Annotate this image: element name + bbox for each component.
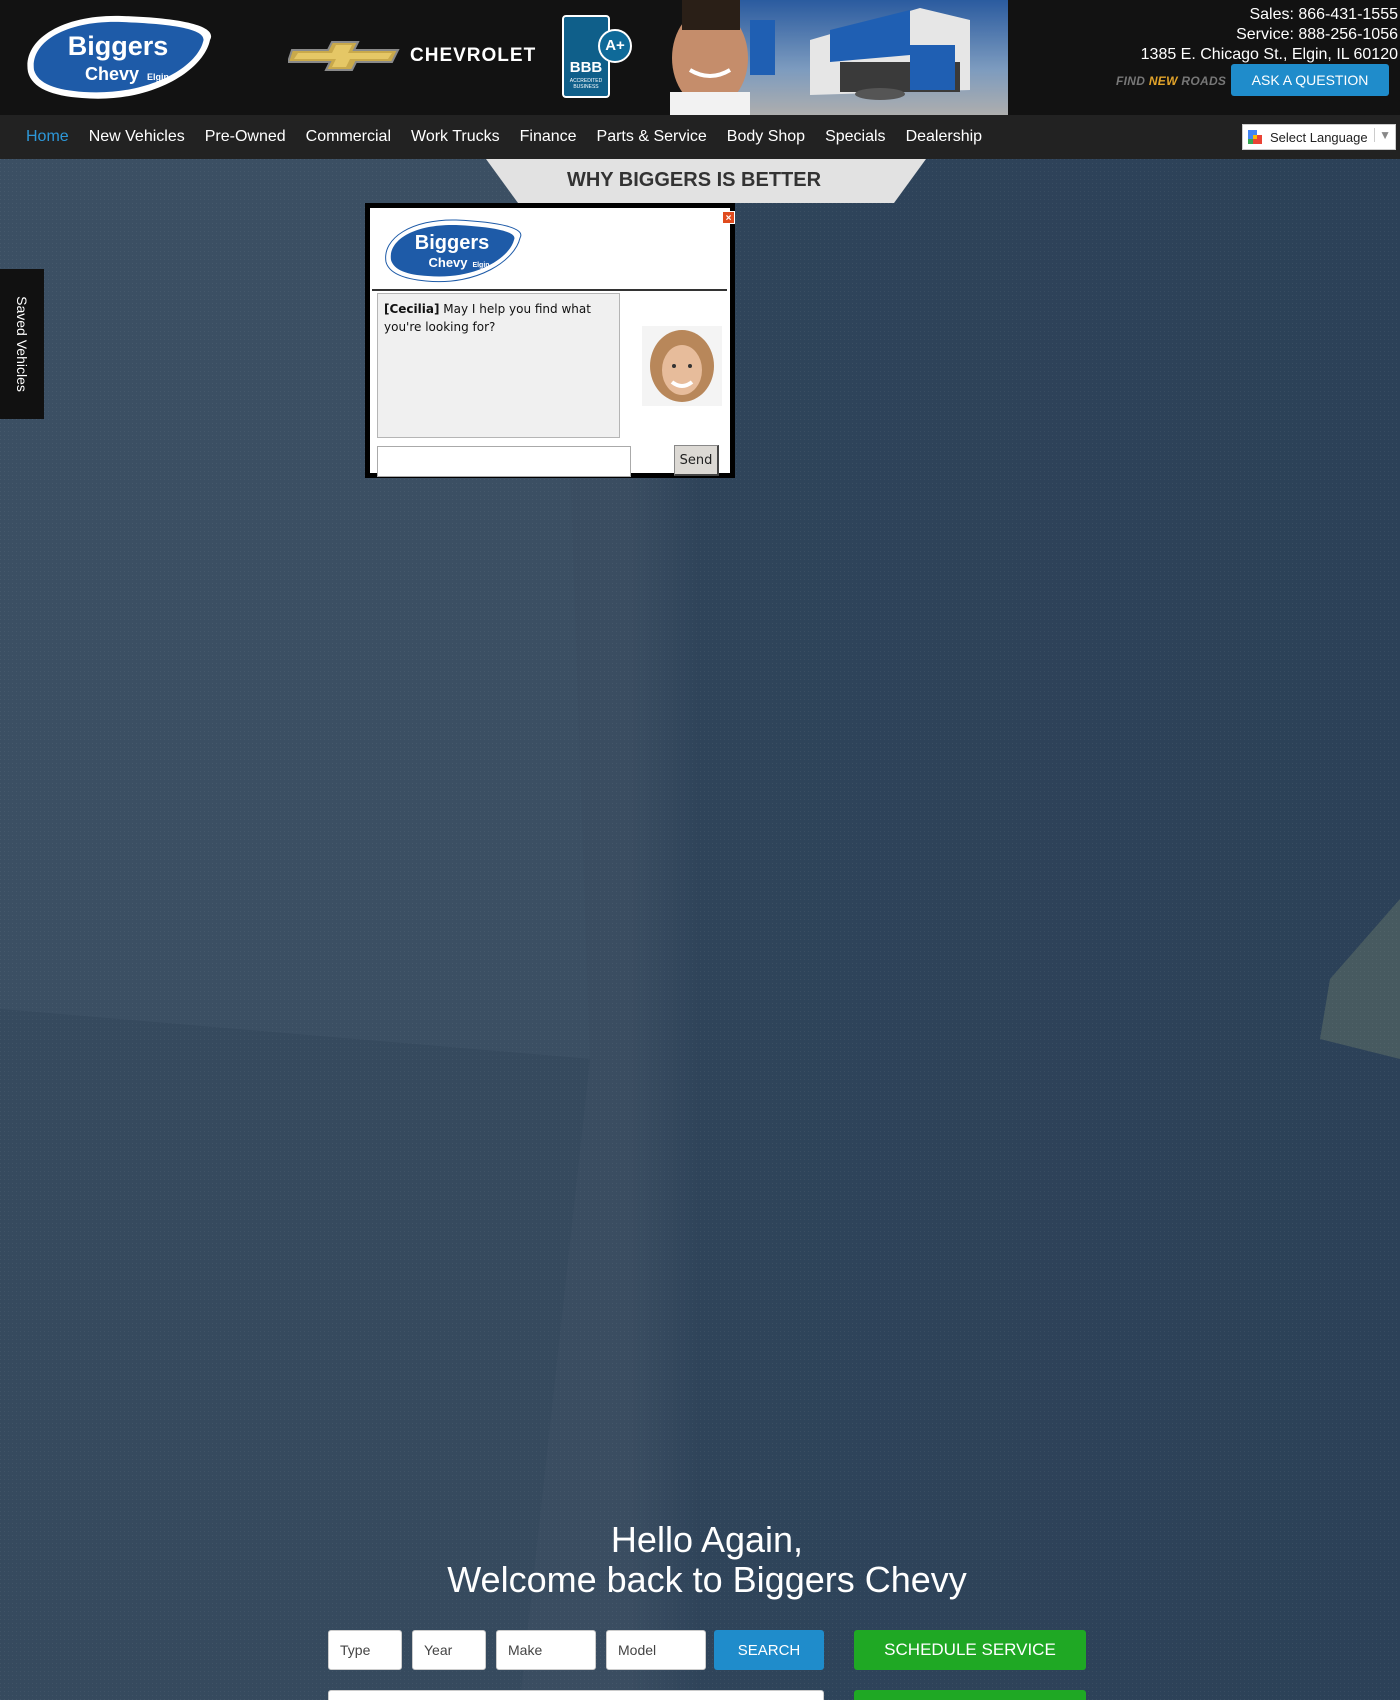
main-nav: Home New Vehicles Pre-Owned Commercial W… [0,115,1400,159]
tagline-roads: ROADS [1177,74,1227,88]
language-select[interactable]: Select Language ▼ [1242,124,1396,150]
chat-logo-city: Elgin [472,262,489,269]
nav-item-pre-owned[interactable]: Pre-Owned [195,115,296,159]
tagline-new: NEW [1148,74,1178,88]
nav-item-work-trucks[interactable]: Work Trucks [401,115,510,159]
bbb-accreditation-badge[interactable]: BBB ACCREDITED BUSINESS A+ [562,15,634,100]
chat-logo-sub: Chevy [428,255,468,270]
chat-logo-main: Biggers [415,232,489,254]
bbb-rating: A+ [598,29,632,63]
find-new-roads-tagline: FIND NEW ROADS [1116,74,1226,88]
nav-item-commercial[interactable]: Commercial [296,115,401,159]
chat-panel: × Biggers Chevy Elgin [Cecilia] May I he… [370,208,735,477]
logo-city-text: Elgin [147,72,169,82]
saved-vehicles-label: Saved Vehicles [14,296,30,392]
search-button[interactable]: SEARCH [714,1630,824,1670]
header-bar: Biggers Chevy Elgin CHEVROLET BBB ACCRED… [0,0,1400,115]
logo-sub-text: Chevy [85,64,139,84]
chat-divider [372,289,727,291]
chat-send-button[interactable]: Send [674,445,719,476]
nav-item-dealership[interactable]: Dealership [896,115,992,159]
model-select[interactable]: Model [606,1630,706,1670]
chat-popup: × Biggers Chevy Elgin [Cecilia] May I he… [365,203,735,478]
contact-info: Sales: 866-431-1555 Service: 888-256-105… [1141,5,1398,65]
agent-avatar [642,326,722,406]
chat-logo: Biggers Chevy Elgin [385,219,522,283]
close-icon[interactable]: × [722,211,735,224]
chat-message-input[interactable] [377,446,631,477]
google-translate-icon [1248,130,1262,144]
tagline-find: FIND [1116,74,1149,88]
nav-item-finance[interactable]: Finance [510,115,587,159]
nav-item-body-shop[interactable]: Body Shop [717,115,815,159]
make-select[interactable]: Make [496,1630,596,1670]
nav-item-parts-service[interactable]: Parts & Service [587,115,717,159]
nav-item-home[interactable]: Home [16,115,79,159]
service-phone[interactable]: Service: 888-256-1056 [1141,25,1398,45]
chat-transcript: [Cecilia] May I help you find what you'r… [377,293,620,438]
nav-item-new-vehicles[interactable]: New Vehicles [79,115,195,159]
dealer-banner-photo [670,0,1008,115]
bbb-letters: BBB [569,59,603,76]
nav-list: Home New Vehicles Pre-Owned Commercial W… [16,115,992,159]
logo-main-text: Biggers [68,31,169,61]
chat-agent-name: [Cecilia] [384,302,440,316]
chevron-down-icon: ▼ [1374,128,1391,142]
year-select[interactable]: Year [412,1630,486,1670]
keyword-search-input[interactable] [328,1690,824,1700]
language-select-label: Select Language [1270,130,1368,145]
welcome-line-2: Welcome back to Biggers Chevy [447,1559,967,1600]
chevrolet-bowtie-icon [288,41,400,71]
sales-phone[interactable]: Sales: 866-431-1555 [1141,5,1398,25]
ask-a-question-button[interactable]: ASK A QUESTION [1231,64,1389,96]
why-biggers-label: WHY BIGGERS IS BETTER [566,169,822,191]
biggers-chevy-logo[interactable]: Biggers Chevy Elgin [22,10,214,102]
welcome-line-1: Hello Again, [610,1519,804,1560]
welcome-message: Hello Again, Welcome back to Biggers Che… [300,1520,1114,1600]
saved-vehicles-tab[interactable]: Saved Vehicles [0,269,44,419]
nav-item-specials[interactable]: Specials [815,115,895,159]
secondary-green-button[interactable] [854,1690,1086,1700]
dealer-address[interactable]: 1385 E. Chicago St., Elgin, IL 60120 [1141,45,1398,65]
bbb-caption: ACCREDITED BUSINESS [569,78,603,90]
chevrolet-wordmark: CHEVROLET [410,45,537,66]
schedule-service-button[interactable]: SCHEDULE SERVICE [854,1630,1086,1670]
type-select[interactable]: Type [328,1630,402,1670]
